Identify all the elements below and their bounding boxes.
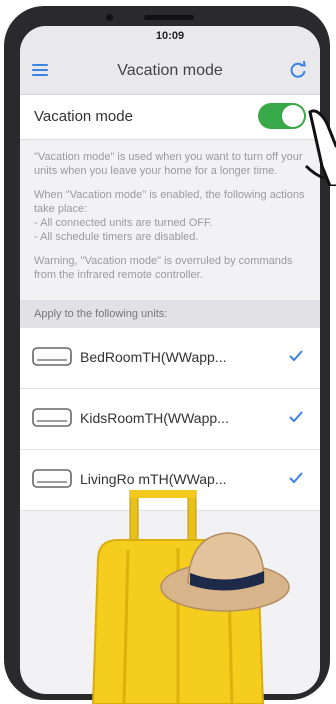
status-bar: 10:09	[20, 26, 320, 48]
hand-pointer-illustration	[304, 109, 336, 186]
checkmark-icon	[289, 350, 303, 362]
units-section-header: Apply to the following units:	[20, 300, 320, 328]
description-action-timers-disabled: - All schedule timers are disabled.	[34, 231, 199, 243]
unit-row-kidsroom[interactable]: KidsRoomTH(WWapp...	[20, 389, 320, 450]
description-actions-heading: When "Vacation mode" is enabled, the fol…	[34, 189, 305, 215]
unit-label: KidsRoomTH(WWapp...	[80, 410, 229, 426]
checkmark-icon	[289, 411, 303, 423]
description-text: "Vacation mode" is used when you want to…	[20, 140, 320, 300]
air-conditioner-icon	[32, 347, 72, 366]
status-time: 10:09	[155, 30, 185, 42]
air-conditioner-icon	[32, 469, 72, 488]
description-action-units-off: - All connected units are turned OFF.	[34, 217, 213, 229]
vacation-mode-label: Vacation mode	[34, 108, 133, 125]
vacation-mode-row: Vacation mode	[20, 95, 320, 140]
checkmark-icon	[289, 472, 303, 484]
unit-label: LivingRo mTH(WWap...	[80, 471, 227, 487]
nav-bar: Vacation mode	[20, 48, 320, 95]
description-intro: "Vacation mode" is used when you want to…	[34, 151, 303, 177]
units-section-title: Apply to the following units:	[34, 308, 168, 320]
sun-hat-illustration	[160, 532, 290, 612]
vacation-mode-toggle[interactable]	[258, 103, 306, 129]
unit-row-bedroom[interactable]: BedRoomTH(WWapp...	[20, 328, 320, 389]
speaker-grille	[144, 15, 194, 20]
main-content: Vacation mode "Vacation mode" is used wh…	[20, 95, 320, 511]
refresh-icon[interactable]	[288, 60, 308, 80]
camera-icon	[106, 14, 113, 21]
unit-label: BedRoomTH(WWapp...	[80, 349, 227, 365]
description-warning: Warning, "Vacation mode" is overruled by…	[34, 255, 293, 281]
page-title: Vacation mode	[117, 62, 223, 79]
toggle-knob	[282, 105, 304, 127]
air-conditioner-icon	[32, 408, 72, 427]
